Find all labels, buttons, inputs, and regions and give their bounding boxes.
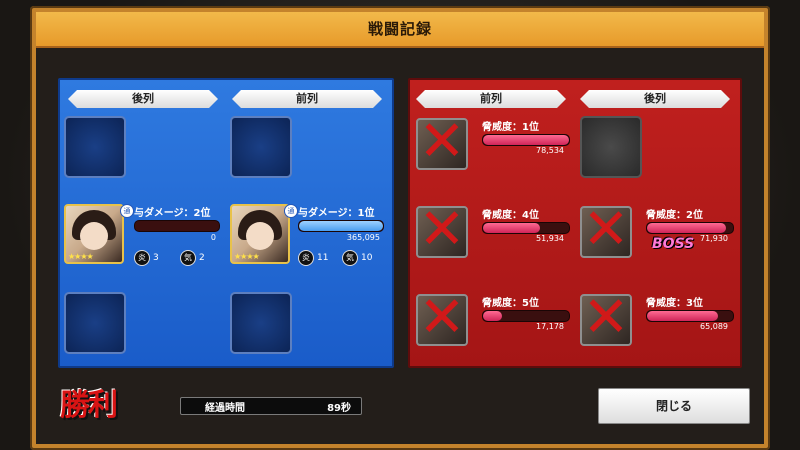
elapsed-time-label: 経過時間 xyxy=(205,403,245,414)
stat-fire: 炎3 xyxy=(134,250,159,266)
character-face xyxy=(246,222,274,250)
ally-portrait[interactable]: ★★★★ xyxy=(64,204,124,264)
title-bar: 戦闘記録 xyxy=(36,12,764,48)
damage-rank-label: 与ダメージ：1位 xyxy=(298,208,375,219)
elapsed-time-value: 89秒 xyxy=(327,403,351,414)
damage-value: 0 xyxy=(210,233,216,242)
close-button[interactable]: 閉じる xyxy=(598,388,750,424)
enemy-row-header-front: 前列 xyxy=(416,90,566,108)
empty-slot xyxy=(230,116,292,178)
empty-slot xyxy=(64,292,126,354)
empty-slot xyxy=(64,116,126,178)
enemy-portrait[interactable]: ✕ xyxy=(416,206,468,258)
defeated-x-icon: ✕ xyxy=(582,294,630,346)
hp-bar xyxy=(482,310,570,322)
empty-slot xyxy=(580,116,642,178)
defeated-x-icon: ✕ xyxy=(418,118,466,170)
damage-bar xyxy=(134,220,220,232)
hp-bar xyxy=(646,222,734,234)
ki-icon: 気 xyxy=(180,250,196,266)
stat-value: 11 xyxy=(317,253,329,263)
ki-icon: 気 xyxy=(342,250,358,266)
fire-icon: 炎 xyxy=(298,250,314,266)
hp-bar xyxy=(646,310,734,322)
threat-value: 65,089 xyxy=(700,322,728,331)
dialog-title: 戦闘記録 xyxy=(367,20,432,38)
threat-rank-label: 脅威度：5位 xyxy=(482,298,539,309)
rarity-stars-icon: ★★★★ xyxy=(234,252,260,261)
stat-value: 10 xyxy=(361,253,373,263)
damage-bar-fill xyxy=(299,221,383,231)
elapsed-time-box: 経過時間 89秒 xyxy=(180,397,362,415)
hp-bar-fill xyxy=(483,223,540,233)
stat-ki: 気2 xyxy=(180,250,205,266)
ally-row-header-back: 後列 xyxy=(68,90,218,108)
character-face xyxy=(80,222,108,250)
hp-bar-fill xyxy=(647,223,727,233)
rarity-stars-icon: ★★★★ xyxy=(68,252,94,261)
threat-value: 78,534 xyxy=(536,146,564,155)
empty-slot xyxy=(230,292,292,354)
defeated-x-icon: ✕ xyxy=(418,206,466,258)
victory-label: 勝利 xyxy=(60,388,118,423)
threat-rank-label: 脅威度：3位 xyxy=(646,298,703,309)
damage-value: 365,095 xyxy=(346,233,380,242)
threat-rank-label: 脅威度：2位 xyxy=(646,210,703,221)
damage-rank-label: 与ダメージ：2位 xyxy=(134,208,211,219)
ally-portrait[interactable]: ★★★★ xyxy=(230,204,290,264)
status-badge: 通 xyxy=(120,204,134,218)
hp-bar-fill xyxy=(483,311,502,321)
enemy-portrait[interactable]: ✕ xyxy=(580,294,632,346)
stat-fire: 炎 11 xyxy=(298,250,328,266)
ally-row-header-front: 前列 xyxy=(232,90,382,108)
enemy-portrait[interactable]: ✕ xyxy=(580,206,632,258)
enemy-portrait[interactable]: ✕ xyxy=(416,118,468,170)
enemy-portrait[interactable]: ✕ xyxy=(416,294,468,346)
hp-bar-fill xyxy=(483,135,569,145)
enemy-row-header-back: 後列 xyxy=(580,90,730,108)
status-badge: 通 xyxy=(284,204,298,218)
threat-rank-label: 脅威度：1位 xyxy=(482,122,539,133)
defeated-x-icon: ✕ xyxy=(418,294,466,346)
stat-value: 3 xyxy=(153,253,159,263)
threat-value: 51,934 xyxy=(536,234,564,243)
boss-badge: BOSS xyxy=(652,236,695,252)
threat-rank-label: 脅威度：4位 xyxy=(482,210,539,221)
stat-value: 2 xyxy=(199,253,205,263)
stat-ki: 気 10 xyxy=(342,250,372,266)
hp-bar xyxy=(482,134,570,146)
fire-icon: 炎 xyxy=(134,250,150,266)
damage-bar xyxy=(298,220,384,232)
hp-bar xyxy=(482,222,570,234)
hp-bar-fill xyxy=(647,311,719,321)
threat-value: 17,178 xyxy=(536,322,564,331)
defeated-x-icon: ✕ xyxy=(582,206,630,258)
